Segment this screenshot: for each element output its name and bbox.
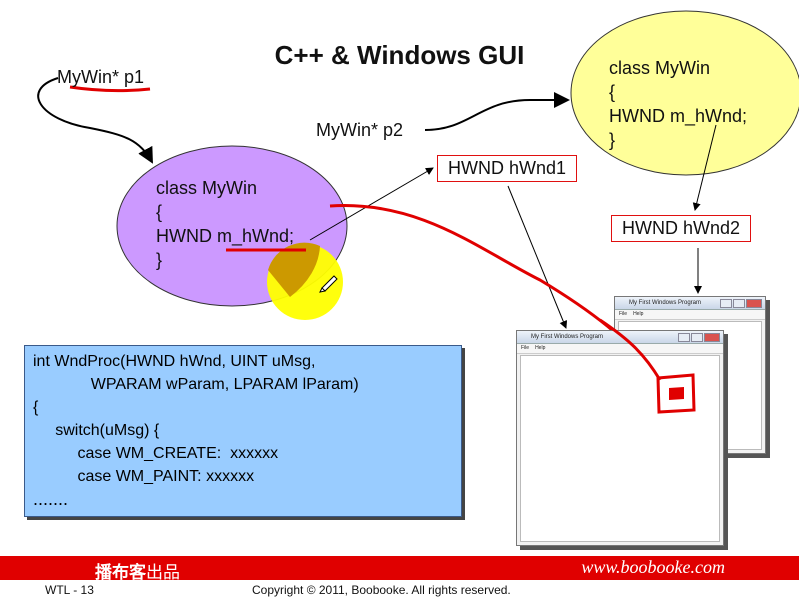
slide-number: WTL - 13 <box>45 583 94 597</box>
code-line: int WndProc(HWND hWnd, UINT uMsg, <box>33 353 316 370</box>
code-line: case WM_PAINT: xxxxxx <box>33 468 255 485</box>
red-cursor-inner <box>669 387 684 400</box>
copyright: Copyright © 2011, Boobooke. All rights r… <box>252 583 511 597</box>
brand-suffix: 出品 <box>146 563 180 582</box>
red-curve-overlay <box>599 318 662 381</box>
wndproc-code-box: int WndProc(HWND hWnd, UINT uMsg, WPARAM… <box>24 345 462 517</box>
code-line: WPARAM wParam, LPARAM lParam) <box>33 376 359 393</box>
brand-name: 播布客 <box>95 563 146 582</box>
code-line: case WM_CREATE: xxxxxx <box>33 445 279 462</box>
footer-brand: 播布客出品 <box>95 558 180 583</box>
code-line: { <box>33 399 39 416</box>
code-line: ....... <box>33 489 69 509</box>
footer-url[interactable]: www.boobooke.com <box>581 557 725 578</box>
code-line: switch(uMsg) { <box>33 422 160 439</box>
